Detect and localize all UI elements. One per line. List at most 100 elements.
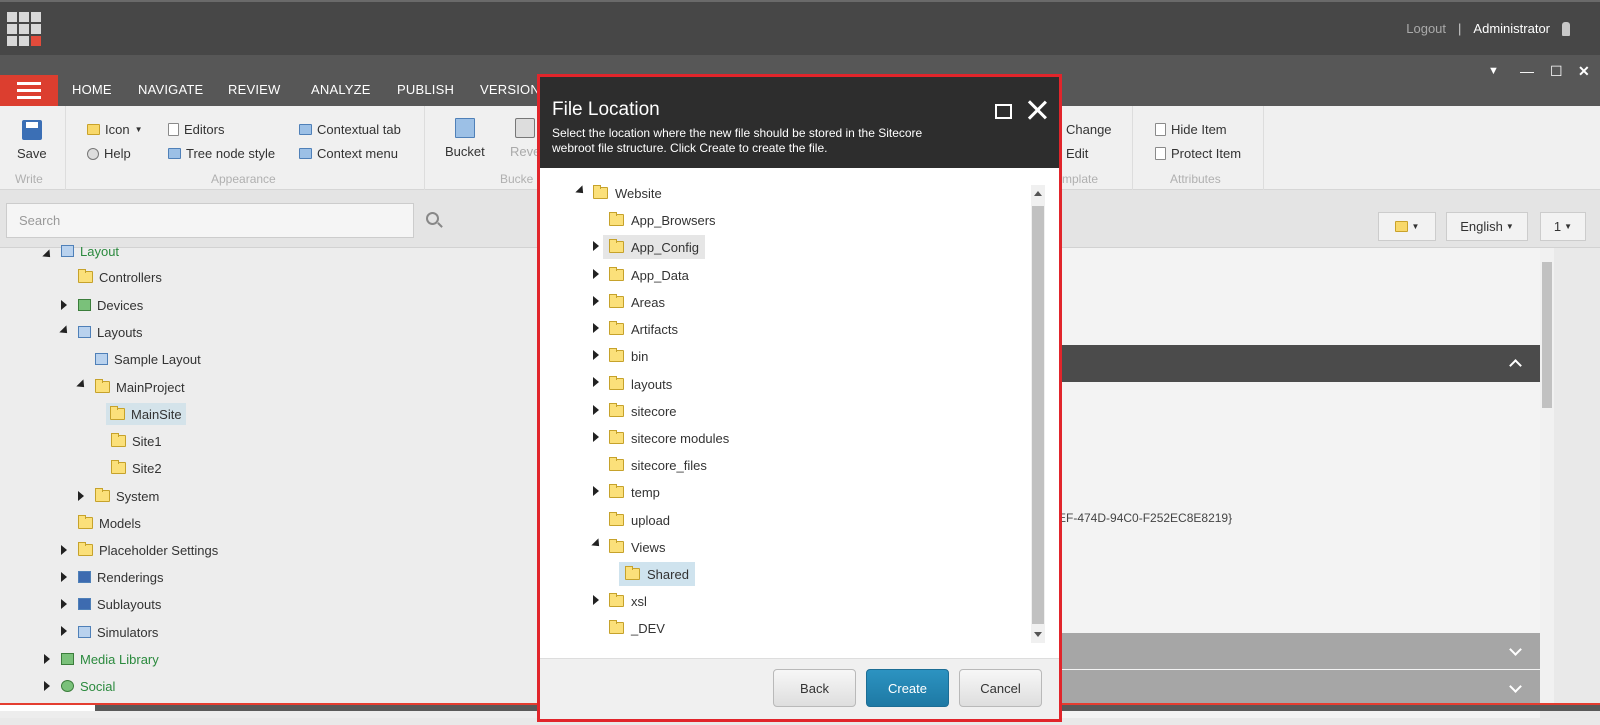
- dropdown-icon[interactable]: ▼: [1488, 65, 1499, 77]
- expand-arrow[interactable]: [593, 296, 599, 306]
- tab-navigate[interactable]: NAVIGATE: [138, 82, 203, 97]
- search-input[interactable]: Search: [6, 203, 414, 238]
- tree-item-site2[interactable]: Site2: [111, 457, 162, 479]
- tab-review[interactable]: REVIEW: [228, 82, 280, 97]
- folder-dev[interactable]: _DEV: [609, 616, 665, 640]
- collapse-arrow[interactable]: [591, 538, 603, 550]
- tree-item-sample-layout[interactable]: Sample Layout: [95, 348, 201, 370]
- expand-arrow[interactable]: [61, 300, 67, 310]
- tab-analyze[interactable]: ANALYZE: [311, 82, 371, 97]
- folder-sitecore-files[interactable]: sitecore_files: [609, 453, 707, 477]
- folder-artifacts[interactable]: Artifacts: [609, 317, 678, 341]
- hide-item-button[interactable]: Hide Item: [1155, 122, 1227, 137]
- folder-layouts[interactable]: layouts: [609, 372, 672, 396]
- folder-website[interactable]: Website: [593, 181, 662, 205]
- maximize-icon[interactable]: ☐: [1550, 63, 1563, 80]
- folder-bin[interactable]: bin: [609, 344, 648, 368]
- launchpad-icon[interactable]: [7, 12, 41, 46]
- version-dropdown[interactable]: 1 ▼: [1540, 212, 1586, 241]
- dialog-scrollbar[interactable]: [1031, 185, 1045, 643]
- expand-arrow[interactable]: [593, 432, 599, 442]
- cancel-button[interactable]: Cancel: [959, 669, 1042, 707]
- tree-item-site1[interactable]: Site1: [111, 430, 162, 452]
- folder-sitecore[interactable]: sitecore: [609, 399, 677, 423]
- section-header[interactable]: [1044, 670, 1540, 706]
- back-button[interactable]: Back: [773, 669, 856, 707]
- expand-arrow[interactable]: [61, 599, 67, 609]
- tree-item-social[interactable]: Social: [61, 675, 115, 697]
- close-icon[interactable]: [1025, 98, 1049, 122]
- tree-item-mainproject[interactable]: MainProject: [95, 376, 185, 398]
- edit-button[interactable]: Edit: [1066, 146, 1088, 161]
- expand-arrow[interactable]: [61, 626, 67, 636]
- save-button[interactable]: Save: [17, 120, 47, 161]
- tab-publish[interactable]: PUBLISH: [397, 82, 454, 97]
- folder-views[interactable]: Views: [609, 535, 665, 559]
- logout-link[interactable]: Logout: [1406, 21, 1446, 36]
- icon-button[interactable]: Icon ▼: [87, 122, 143, 137]
- revert-button[interactable]: Reve: [510, 118, 540, 159]
- chevron-down-icon[interactable]: [1509, 643, 1522, 656]
- expand-arrow[interactable]: [593, 405, 599, 415]
- expand-arrow[interactable]: [593, 269, 599, 279]
- section-header[interactable]: [1044, 345, 1540, 382]
- folder-sitecore-modules[interactable]: sitecore modules: [609, 426, 729, 450]
- contextual-tab-button[interactable]: Contextual tab: [299, 122, 401, 137]
- tree-item-mainsite[interactable]: MainSite: [106, 403, 186, 425]
- folder-app-config[interactable]: App_Config: [603, 235, 705, 259]
- chevron-down-icon[interactable]: [1509, 680, 1522, 693]
- format-dropdown[interactable]: ▼: [1378, 212, 1436, 241]
- folder-areas[interactable]: Areas: [609, 290, 665, 314]
- expand-arrow[interactable]: [593, 323, 599, 333]
- folder-xsl[interactable]: xsl: [609, 589, 647, 613]
- tree-item-simulators[interactable]: Simulators: [78, 621, 158, 643]
- tree-item-placeholder-settings[interactable]: Placeholder Settings: [78, 539, 218, 561]
- collapse-arrow[interactable]: [575, 185, 587, 197]
- folder-app-data[interactable]: App_Data: [609, 263, 689, 287]
- expand-arrow[interactable]: [593, 350, 599, 360]
- tree-item-layout[interactable]: Layout: [61, 240, 119, 262]
- editors-button[interactable]: Editors: [168, 122, 224, 137]
- tree-item-sublayouts[interactable]: Sublayouts: [78, 593, 161, 615]
- tab-home[interactable]: HOME: [72, 82, 112, 97]
- protect-item-button[interactable]: Protect Item: [1155, 146, 1241, 161]
- expand-arrow[interactable]: [61, 545, 67, 555]
- folder-upload[interactable]: upload: [609, 508, 670, 532]
- minimize-icon[interactable]: —: [1520, 63, 1534, 79]
- scroll-down-icon[interactable]: [1034, 632, 1042, 637]
- chevron-up-icon[interactable]: [1509, 359, 1522, 372]
- expand-arrow[interactable]: [78, 491, 84, 501]
- expand-arrow[interactable]: [44, 654, 50, 664]
- folder-shared[interactable]: Shared: [619, 562, 695, 586]
- folder-app-browsers[interactable]: App_Browsers: [609, 208, 716, 232]
- tree-item-system[interactable]: System: [95, 485, 159, 507]
- collapse-arrow[interactable]: [59, 325, 71, 337]
- menu-icon[interactable]: [0, 75, 58, 106]
- expand-arrow[interactable]: [593, 595, 599, 605]
- scroll-up-icon[interactable]: [1034, 191, 1042, 196]
- expand-arrow[interactable]: [593, 377, 599, 387]
- tree-item-media-library[interactable]: Media Library: [61, 648, 159, 670]
- tree-item-models[interactable]: Models: [78, 512, 141, 534]
- expand-arrow[interactable]: [44, 681, 50, 691]
- collapse-arrow[interactable]: [42, 249, 54, 261]
- expand-arrow[interactable]: [593, 241, 599, 251]
- tree-item-controllers[interactable]: Controllers: [78, 266, 162, 288]
- tab-versions[interactable]: VERSION: [480, 82, 540, 97]
- language-dropdown[interactable]: English ▼: [1446, 212, 1528, 241]
- content-scrollbar[interactable]: [1540, 248, 1554, 703]
- tree-item-renderings[interactable]: Renderings: [78, 566, 164, 588]
- tree-item-layouts[interactable]: Layouts: [78, 321, 143, 343]
- section-header[interactable]: [1044, 633, 1540, 669]
- help-button[interactable]: Help: [87, 146, 131, 161]
- close-icon[interactable]: ✕: [1578, 63, 1590, 80]
- create-button[interactable]: Create: [866, 669, 949, 707]
- collapse-arrow[interactable]: [76, 379, 88, 391]
- expand-arrow[interactable]: [61, 572, 67, 582]
- expand-arrow[interactable]: [593, 486, 599, 496]
- folder-temp[interactable]: temp: [609, 480, 660, 504]
- bucket-button[interactable]: Bucket: [445, 118, 485, 159]
- change-button[interactable]: Change: [1066, 122, 1112, 137]
- user-name[interactable]: Administrator: [1473, 21, 1550, 36]
- scroll-thumb[interactable]: [1032, 206, 1044, 624]
